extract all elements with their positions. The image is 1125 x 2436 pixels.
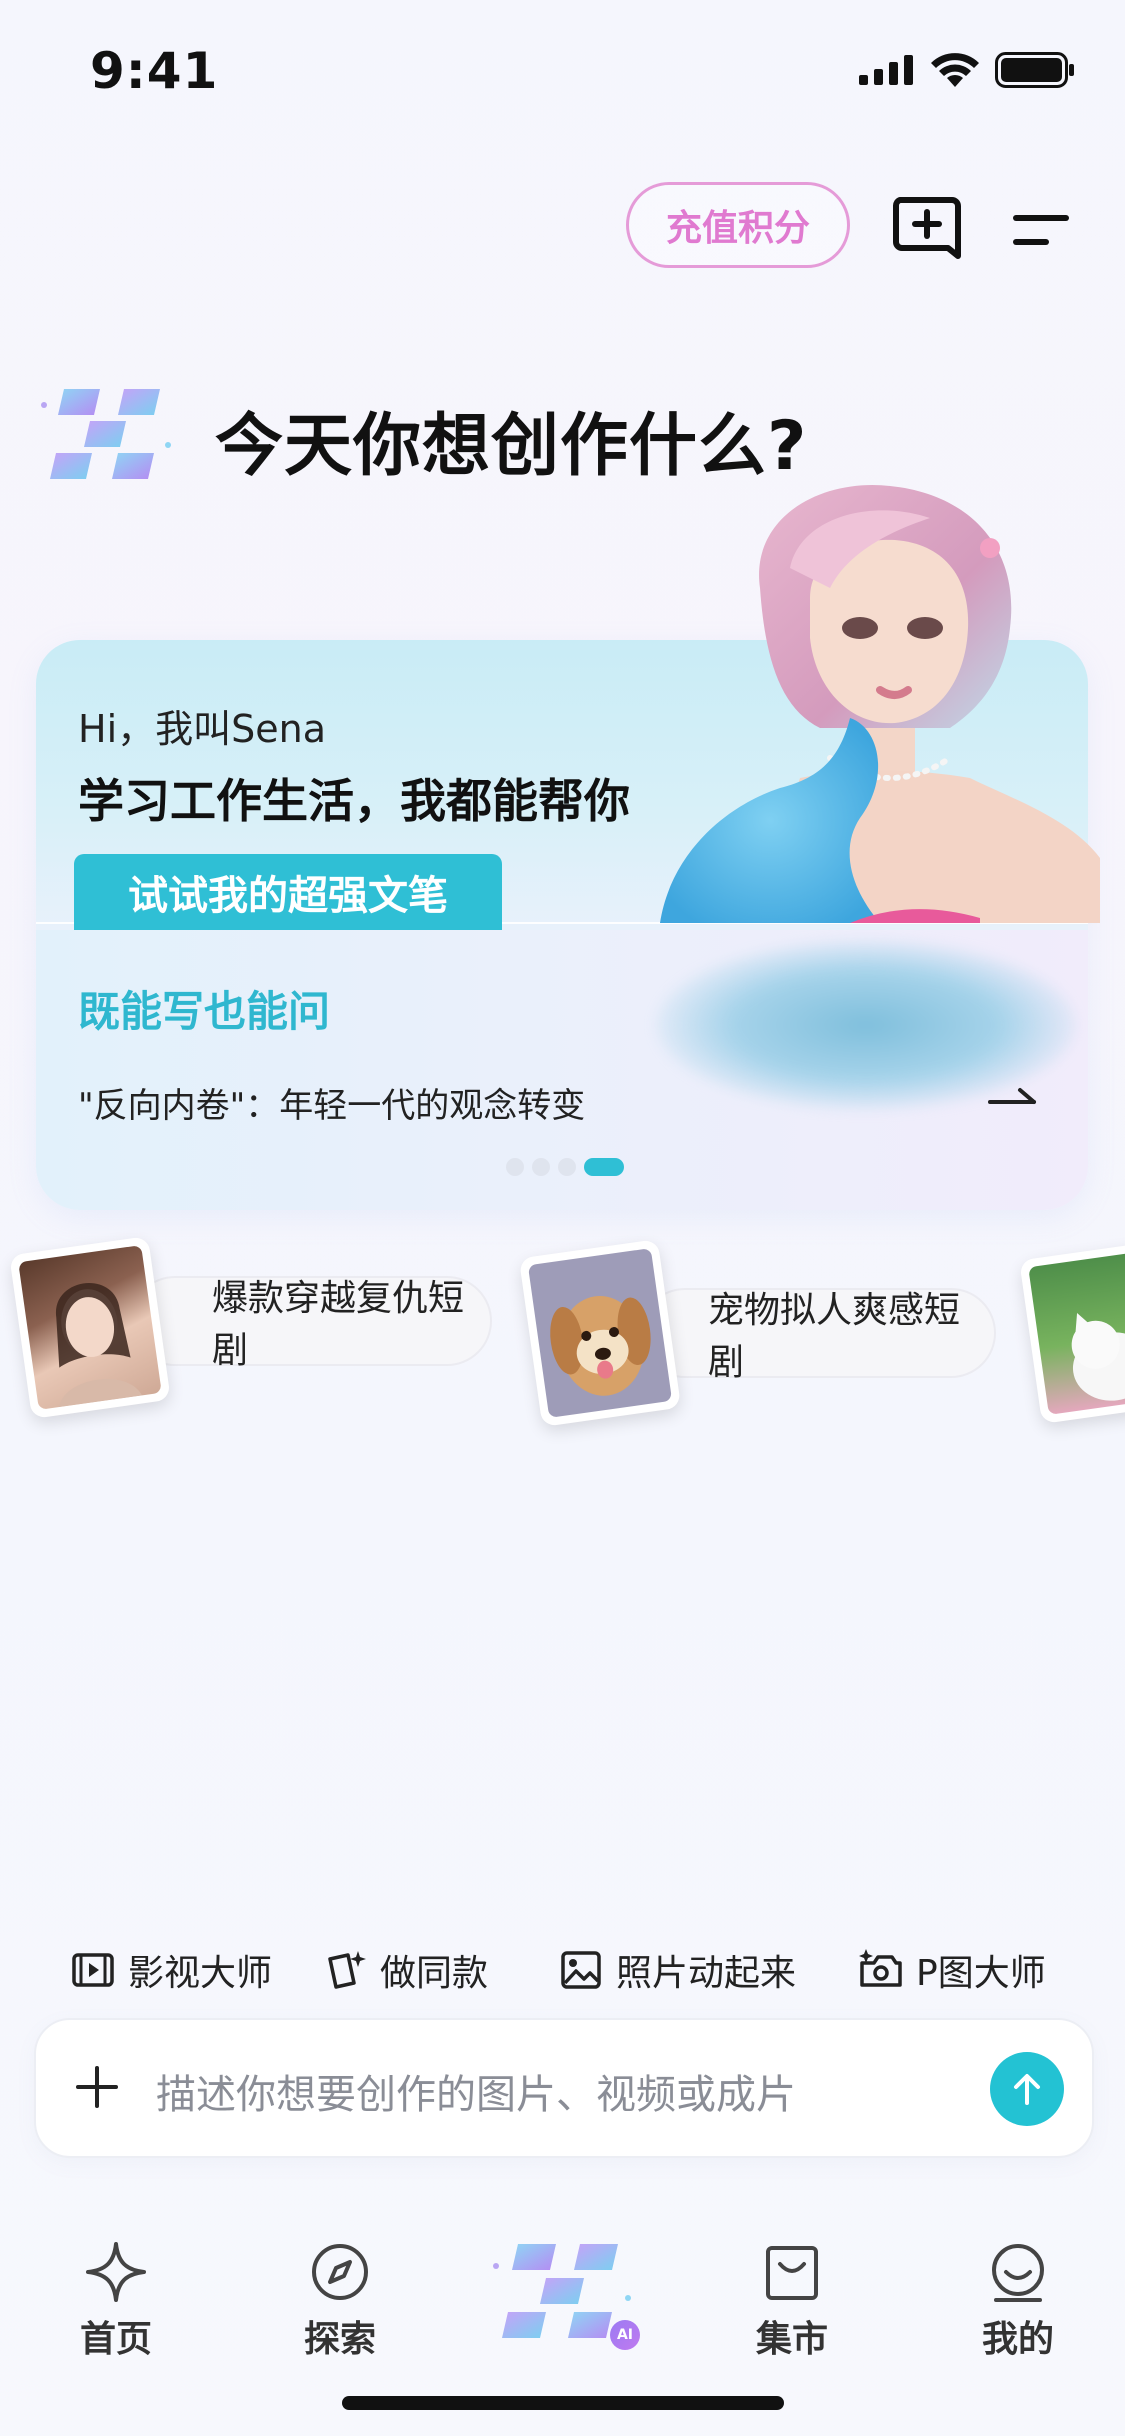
recharge-points-button[interactable]: 充值积分 xyxy=(626,182,850,268)
suggestion-label: 宠物拟人爽感短剧 xyxy=(708,1290,961,1383)
tool-label: 做同款 xyxy=(380,1953,489,1994)
suggestion-chip-revenge-drama[interactable]: 爆款穿越复仇短剧 xyxy=(130,1276,492,1371)
sena-character-image xyxy=(660,484,1100,923)
suggestion-chip-pet-drama[interactable]: 宠物拟人爽感短剧 xyxy=(640,1288,996,1383)
suggestion-thumbnail-cat[interactable] xyxy=(1019,1241,1125,1424)
suggestion-thumbnail-dog[interactable] xyxy=(518,1239,682,1427)
tab-explore[interactable]: 探索 xyxy=(270,2240,410,2362)
carousel-dots xyxy=(506,1158,624,1176)
signal-icon xyxy=(859,55,913,85)
tab-market[interactable]: 集市 xyxy=(722,2240,862,2362)
photo-edit-icon xyxy=(859,1949,902,1987)
carousel-dot[interactable] xyxy=(506,1158,524,1176)
send-button[interactable] xyxy=(990,2052,1064,2126)
tab-label: 集市 xyxy=(755,2319,828,2360)
shopping-bag-icon xyxy=(766,2246,818,2300)
tool-label: P图大师 xyxy=(916,1953,1046,1994)
card-greeting: Hi，我叫Sena xyxy=(78,707,327,751)
status-icons xyxy=(859,52,1075,88)
tool-animate-photo[interactable]: 照片动起来 xyxy=(558,1944,796,1996)
suggestion-label: 爆款穿越复仇短剧 xyxy=(212,1278,465,1371)
tool-label: 影视大师 xyxy=(128,1953,273,1994)
carousel-dot[interactable] xyxy=(558,1158,576,1176)
card-section-title: 既能写也能问 xyxy=(78,987,331,1036)
suggestion-thumbnail-woman[interactable] xyxy=(9,1236,171,1419)
try-writing-button[interactable]: 试试我的超强文笔 xyxy=(74,854,502,930)
image-icon xyxy=(561,1951,601,1989)
tool-film-master[interactable]: 影视大师 xyxy=(70,1944,272,1996)
menu-icon[interactable] xyxy=(1012,212,1070,248)
tab-label: 首页 xyxy=(79,2319,152,2360)
tab-label: 探索 xyxy=(303,2319,376,2360)
ai-badge: AI xyxy=(610,2320,640,2350)
new-chat-icon[interactable] xyxy=(892,196,962,260)
arrow-right-icon[interactable] xyxy=(986,1080,1040,1110)
tool-make-same[interactable]: 做同款 xyxy=(322,1944,488,1996)
tool-photo-edit[interactable]: P图大师 xyxy=(858,1944,1046,1996)
tool-label: 照片动起来 xyxy=(616,1953,797,1994)
smile-icon xyxy=(992,2244,1044,2302)
film-icon xyxy=(72,1953,114,1987)
sparkle-card-icon xyxy=(328,1951,366,1989)
prompt-input[interactable]: 描述你想要创作的图片、视频或成片 xyxy=(156,2062,796,2120)
tab-profile[interactable]: 我的 xyxy=(948,2240,1088,2362)
card-subtitle: 学习工作生活，我都能帮你 xyxy=(78,774,630,828)
add-attachment-icon[interactable] xyxy=(74,2064,120,2110)
tab-home[interactable]: 首页 xyxy=(46,2240,186,2362)
card-topic-line[interactable]: "反向内卷"：年轻一代的观念转变 xyxy=(78,1078,585,1127)
wifi-icon xyxy=(931,53,979,87)
home-indicator xyxy=(342,2396,784,2410)
battery-icon xyxy=(995,52,1074,88)
hero-title: 今天你想创作什么? xyxy=(215,407,808,486)
compass-icon xyxy=(312,2244,368,2300)
carousel-dot-active[interactable] xyxy=(584,1158,624,1176)
tab-label: 我的 xyxy=(981,2319,1054,2360)
arrow-up-icon xyxy=(1014,2074,1040,2105)
carousel-dot[interactable] xyxy=(532,1158,550,1176)
star-icon xyxy=(86,2242,146,2302)
status-time: 9:41 xyxy=(90,42,219,100)
app-logo-icon xyxy=(41,389,171,479)
